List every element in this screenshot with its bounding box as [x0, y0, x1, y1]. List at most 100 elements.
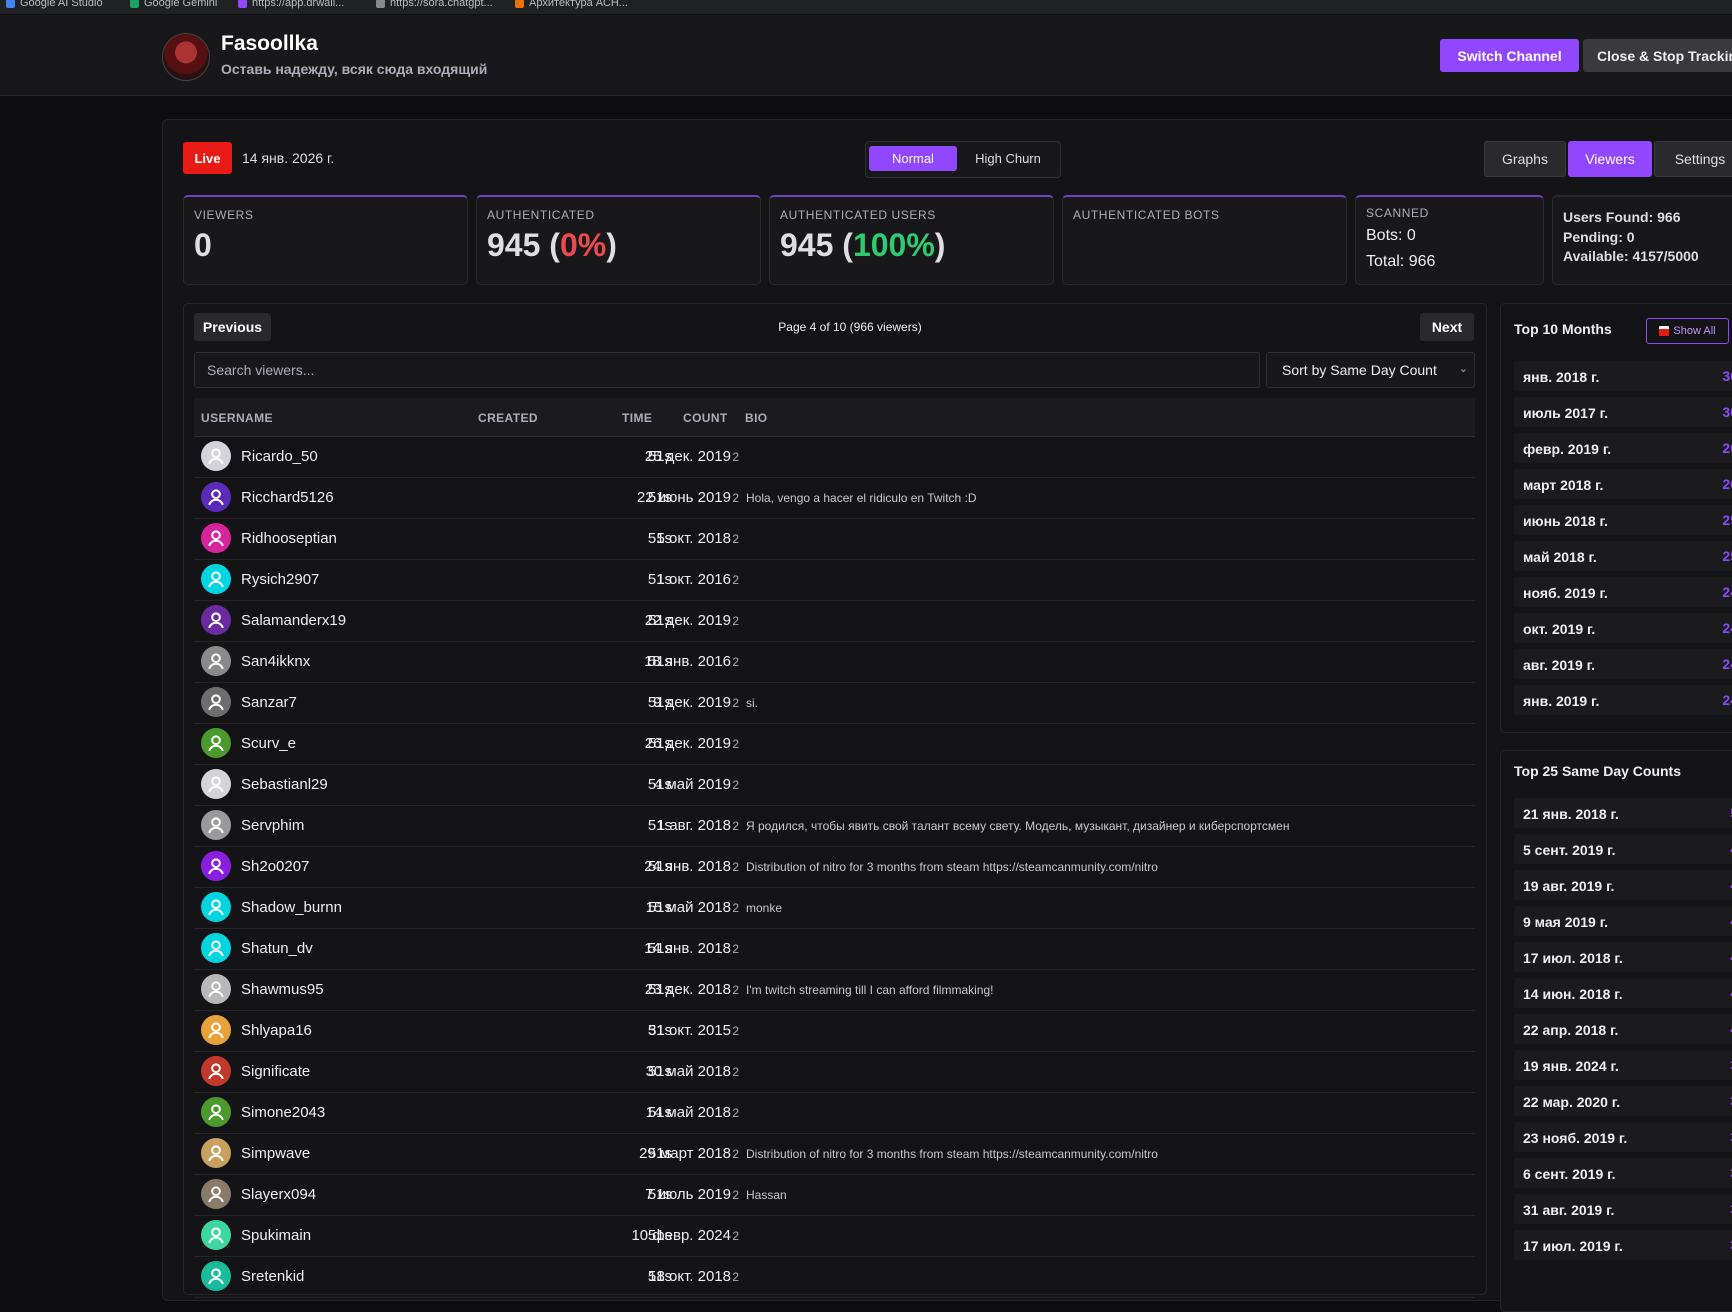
col-username[interactable]: USERNAME [201, 411, 273, 425]
table-row[interactable]: Sebastianl29 4 май 2019 51s 2 [194, 764, 1475, 806]
table-row[interactable]: Sanzar7 9 дек. 2019 51s 2 si. [194, 682, 1475, 724]
list-item: июль 2017 г. 30 [1514, 397, 1732, 427]
table-row[interactable]: Scurv_e 26 дек. 2019 51s 2 [194, 723, 1475, 765]
username[interactable]: Ridhooseptian [241, 530, 337, 547]
table-row[interactable]: Rysich2907 1 окт. 2016 51s 2 [194, 559, 1475, 601]
list-item-label: 22 апр. 2018 г. [1523, 1022, 1619, 1038]
avatar [201, 482, 231, 512]
previous-page-button[interactable]: Previous [194, 313, 271, 341]
username[interactable]: Ricchard5126 [241, 489, 334, 506]
tab-settings[interactable]: Settings [1654, 141, 1732, 177]
table-row[interactable]: San4ikknx 18 янв. 2016 51s 2 [194, 641, 1475, 683]
watch-time: 51s [647, 1227, 672, 1244]
username[interactable]: Shlyapa16 [241, 1022, 312, 1039]
table-row[interactable]: Servphim 1 авг. 2018 51s 2 Я родился, чтобы … [194, 805, 1475, 847]
col-count[interactable]: COUNT [683, 411, 728, 425]
list-item-value: 24 [1722, 584, 1732, 600]
username[interactable]: San4ikknx [241, 653, 310, 670]
table-row[interactable]: Simpwave 29 март 2018 51s 2 Distribution of … [194, 1133, 1475, 1175]
table-row[interactable]: Ridhooseptian 5 окт. 2018 51s 2 [194, 518, 1475, 560]
username[interactable]: Sretenkid [241, 1268, 304, 1285]
table-row[interactable]: Simone2043 14 май 2018 51s 2 [194, 1092, 1475, 1134]
col-time[interactable]: TIME [622, 411, 652, 425]
list-item: май 2018 г. 25 [1514, 541, 1732, 571]
username[interactable]: Sh2o0207 [241, 858, 309, 875]
list-item-label: 23 нояб. 2019 г. [1523, 1130, 1628, 1146]
username[interactable]: Significate [241, 1063, 310, 1080]
list-item: 17 июл. 2018 г.4 [1514, 942, 1732, 972]
bookmark-sora[interactable]: https://sora.chatgpt... [376, 0, 493, 9]
username[interactable]: Simone2043 [241, 1104, 325, 1121]
bookmark-arch[interactable]: Архитектура АСН... [515, 0, 628, 9]
same-day-count: 2 [732, 1147, 739, 1161]
mode-high-churn-button[interactable]: High Churn [963, 146, 1053, 171]
username[interactable]: Ricardo_50 [241, 448, 318, 465]
same-day-count: 2 [732, 696, 739, 710]
table-row[interactable]: Significate 30 май 2018 51s 2 [194, 1051, 1475, 1093]
username[interactable]: Shawmus95 [241, 981, 324, 998]
user-avatar-icon [205, 1183, 227, 1205]
table-row[interactable]: Spukimain 10 февр. 2024 51s 2 [194, 1215, 1475, 1257]
list-item-value: 25 [1722, 512, 1732, 528]
mode-normal-button[interactable]: Normal [869, 146, 957, 171]
list-item: авг. 2019 г. 24 [1514, 649, 1732, 679]
authenticated-value: 945 (0%) [487, 227, 617, 263]
username[interactable]: Rysich2907 [241, 571, 319, 588]
table-row[interactable]: Shawmus95 23 дек. 2018 51s 2 I'm twitch stre… [194, 969, 1475, 1011]
table-row[interactable]: Ricardo_50 25 дек. 2019 51s 2 [194, 436, 1475, 478]
username[interactable]: Simpwave [241, 1145, 310, 1162]
username[interactable]: Servphim [241, 817, 304, 834]
username[interactable]: Sanzar7 [241, 694, 297, 711]
list-item: 14 июн. 2018 г.4 [1514, 978, 1732, 1008]
tab-graphs[interactable]: Graphs [1484, 141, 1566, 177]
table-row[interactable]: Salamanderx19 22 дек. 2019 51s 2 [194, 600, 1475, 642]
username[interactable]: Spukimain [241, 1227, 311, 1244]
watch-time: 51s [647, 448, 672, 465]
close-stop-tracking-button[interactable]: Close & Stop Tracking [1583, 39, 1732, 72]
table-row[interactable]: Sh2o0207 24 янв. 2018 51s 2 Distribution of … [194, 846, 1475, 888]
username[interactable]: Shadow_burnn [241, 899, 342, 916]
table-row[interactable]: Shatun_dv 14 янв. 2018 51s 2 [194, 928, 1475, 970]
show-all-button[interactable]: Show All [1646, 318, 1729, 344]
avatar [201, 810, 231, 840]
table-row[interactable]: Sretenkid 18 окт. 2018 51s 2 [194, 1256, 1475, 1298]
list-item-label: июнь 2018 г. [1523, 513, 1608, 529]
list-item: март 2018 г. 26 [1514, 469, 1732, 499]
switch-channel-button[interactable]: Switch Channel [1440, 39, 1579, 72]
search-viewers-input[interactable] [194, 352, 1260, 388]
viewers-label: VIEWERS [194, 208, 254, 222]
table-row[interactable]: Shadow_burnn 15 май 2018 51s 2 monke [194, 887, 1475, 929]
username[interactable]: Sebastianl29 [241, 776, 328, 793]
authenticated-users-card: AUTHENTICATED USERS 945 (100%) [769, 195, 1054, 285]
list-item: 17 июл. 2019 г.3 [1514, 1230, 1732, 1260]
username[interactable]: Scurv_e [241, 735, 296, 752]
col-created[interactable]: CREATED [478, 411, 538, 425]
list-item-label: 19 авг. 2019 г. [1523, 878, 1615, 894]
bio: I'm twitch streaming till I can afford f… [746, 983, 994, 997]
authenticated-percent: 0% [559, 227, 607, 263]
same-day-count: 2 [732, 1065, 739, 1079]
same-day-count: 2 [732, 655, 739, 669]
username[interactable]: Salamanderx19 [241, 612, 346, 629]
sort-select[interactable]: Sort by Same Day Count ⌄ [1266, 352, 1475, 388]
table-row[interactable]: Shlyapa16 31 окт. 2015 51s 2 [194, 1010, 1475, 1052]
table-header [194, 398, 1475, 437]
col-bio[interactable]: BIO [745, 411, 768, 425]
tab-viewers[interactable]: Viewers [1568, 141, 1652, 177]
table-row[interactable]: Ricchard5126 22 июнь 2019 51s 2 Hola, vengo … [194, 477, 1475, 519]
bookmark-gemini[interactable]: Google Gemini [130, 0, 217, 9]
watch-time: 51s [647, 817, 672, 834]
list-item: 21 янв. 2018 г.5 [1514, 798, 1732, 828]
user-avatar-icon [205, 978, 227, 1000]
bookmark-drwall[interactable]: https://app.drwall... [238, 0, 344, 9]
table-row[interactable]: Slayerx094 7 июль 2019 51s 2 Hassan [194, 1174, 1475, 1216]
avatar [201, 523, 231, 553]
next-page-button[interactable]: Next [1420, 313, 1474, 341]
username[interactable]: Slayerx094 [241, 1186, 316, 1203]
authenticated-bots-label: AUTHENTICATED BOTS [1073, 208, 1220, 222]
user-avatar-icon [205, 855, 227, 877]
watch-time: 51s [647, 612, 672, 629]
same-day-count: 2 [732, 1024, 739, 1038]
username[interactable]: Shatun_dv [241, 940, 313, 957]
bookmark-ai-studio[interactable]: Google AI Studio [6, 0, 103, 9]
